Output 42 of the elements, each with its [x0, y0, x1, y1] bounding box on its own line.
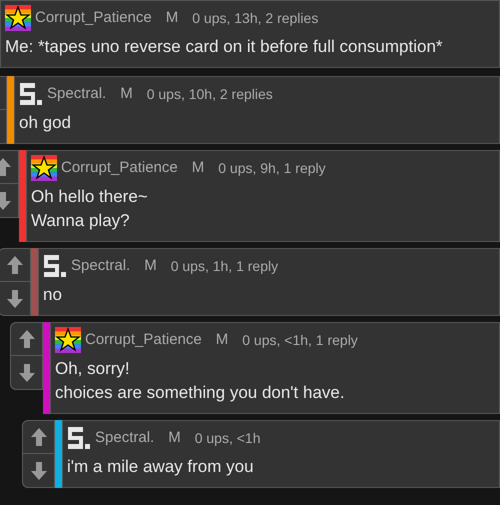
- username-link[interactable]: Spectral.: [95, 426, 154, 450]
- comment-text: oh god: [19, 112, 72, 134]
- username-link[interactable]: Spectral.: [47, 82, 106, 106]
- upvote-button[interactable]: [10, 322, 43, 356]
- username-link[interactable]: Corrupt_Patience: [35, 6, 152, 30]
- comment-meta: 0 ups, 13h, 2 replies: [192, 8, 318, 28]
- comment-meta: 0 ups, 9h, 1 reply: [218, 158, 326, 178]
- downvote-button[interactable]: [22, 454, 55, 488]
- pixel-avatar-icon: [19, 81, 43, 107]
- rainbow-star-avatar-icon: [31, 155, 57, 181]
- rainbow-star-avatar-icon: [55, 327, 81, 353]
- comment-meta: 0 ups, <1h, 1 reply: [242, 330, 358, 350]
- comment-meta: 0 ups, 10h, 2 replies: [146, 84, 273, 104]
- down-arrow-icon: [18, 362, 36, 382]
- comment-meta: 0 ups, 1h, 1 reply: [170, 256, 278, 276]
- comment-text: Me: *tapes uno reverse card on it before full consumption*: [5, 36, 444, 58]
- gender-label: M: [120, 84, 133, 104]
- username-link[interactable]: Corrupt_Patience: [85, 328, 202, 352]
- gender-label: M: [166, 8, 178, 28]
- downvote-button[interactable]: [10, 356, 43, 390]
- comment-text: Oh hello there~ Wanna play?: [31, 186, 149, 232]
- rainbow-star-avatar-icon: [5, 5, 31, 31]
- gender-label: M: [168, 428, 181, 448]
- comment-text: i'm a mile away from you: [67, 456, 255, 478]
- username-link[interactable]: Spectral.: [71, 254, 130, 278]
- up-arrow-icon: [30, 427, 48, 447]
- downvote-button[interactable]: [0, 282, 31, 316]
- upvote-button[interactable]: [22, 420, 55, 454]
- up-arrow-icon: [6, 255, 24, 275]
- comment-meta: 0 ups, <1h: [194, 428, 260, 448]
- gender-label: M: [216, 330, 228, 350]
- pixel-avatar-icon: [67, 425, 91, 451]
- gender-label: M: [192, 158, 204, 178]
- username-link[interactable]: Corrupt_Patience: [61, 156, 178, 180]
- pixel-avatar-icon: [43, 253, 67, 279]
- gender-label: M: [144, 256, 157, 276]
- up-arrow-icon: [18, 329, 36, 349]
- down-arrow-icon: [6, 288, 24, 308]
- comment-text: no: [43, 284, 63, 306]
- down-arrow-icon: [30, 460, 48, 480]
- upvote-button[interactable]: [0, 248, 31, 282]
- comment-text: Oh, sorry! choices are something you don't have.: [55, 358, 346, 404]
